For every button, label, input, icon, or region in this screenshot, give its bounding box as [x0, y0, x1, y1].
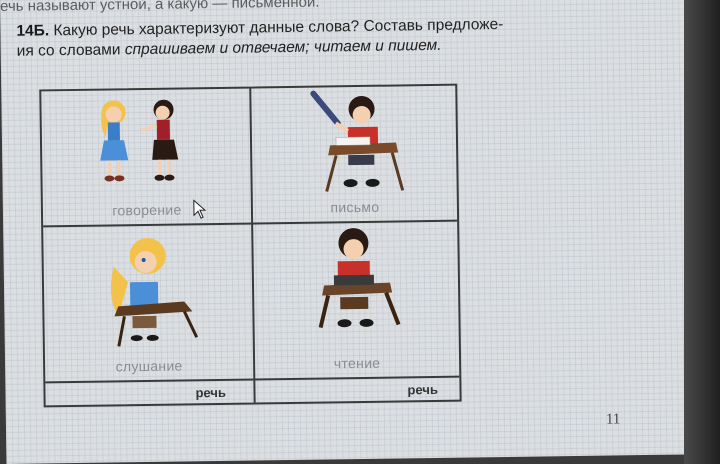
caption-speaking: говорение	[112, 201, 182, 219]
table-cell-writing: письмо	[251, 86, 457, 223]
cut-off-text-line: ечь называют устной, а какую — письменно…	[0, 0, 320, 14]
table-cell-listening: слушание	[43, 225, 253, 382]
row-label-speech-left: речь	[195, 384, 226, 401]
task-number: 14Б.	[16, 22, 50, 40]
textbook-page: ечь называют устной, а какую — письменно…	[0, 0, 695, 464]
caption-writing: письмо	[330, 198, 380, 216]
row-label-speech-right: речь	[407, 381, 438, 398]
task-words-1: спрашиваем и отвечаем;	[124, 38, 310, 59]
table-cell-speaking: говорение	[41, 89, 251, 226]
task-line2-prefix: ия со словами	[16, 41, 125, 60]
task-text: 14Б. Какую речь характеризуют данные сло…	[16, 13, 676, 62]
speech-types-table: говорение письмо слушание чтение речь ре…	[39, 83, 462, 408]
caption-reading: чтение	[333, 354, 381, 372]
table-cell-reading: чтение	[253, 222, 459, 379]
mouse-cursor-icon	[193, 199, 207, 219]
page-number: 11	[605, 411, 621, 428]
task-words-2: читаем и пишем.	[309, 36, 442, 56]
page-edge-shadow	[684, 0, 720, 464]
caption-listening: слушание	[115, 357, 183, 375]
